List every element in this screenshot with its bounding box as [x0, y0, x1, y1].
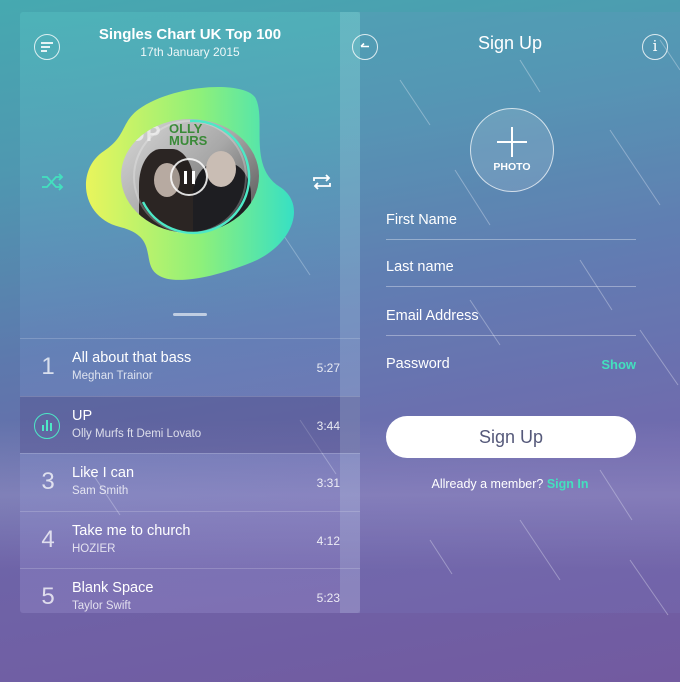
track-duration: 5:23 [316, 591, 340, 605]
drag-handle[interactable] [173, 313, 207, 316]
track-artist: Meghan Trainor [72, 370, 153, 382]
photo-label: PHOTO [493, 161, 531, 173]
track-duration: 4:12 [316, 533, 340, 548]
music-player-panel: Singles Chart UK Top 100 17th January 20… [20, 12, 360, 613]
track-duration: 3:44 [316, 418, 340, 433]
track-duration: 5:27 [316, 361, 340, 375]
track-list: 1 All about that bass Meghan Trainor 5:2… [20, 338, 360, 613]
last-name-label: Last name [386, 259, 454, 275]
equalizer-icon [34, 412, 60, 439]
track-artist: Taylor Swift [72, 600, 131, 612]
track-title: Take me to church [72, 522, 191, 539]
already-member-label: Allready a member? [431, 477, 544, 491]
track-row[interactable]: 4 Take me to church HOZIER 4:12 [20, 510, 360, 569]
already-member-text: Allready a member? Sign In [360, 477, 660, 491]
track-number: 4 [41, 525, 55, 553]
track-duration: 3:31 [316, 476, 340, 490]
last-name-field[interactable]: Last name [386, 257, 636, 287]
track-title: Blank Space [72, 580, 154, 596]
first-name-field[interactable]: First Name [386, 210, 636, 240]
panel-divider [340, 12, 360, 613]
info-icon[interactable]: i [642, 34, 668, 60]
menu-icon[interactable] [34, 34, 60, 60]
track-title: Like I can [72, 465, 135, 481]
password-field[interactable]: Password Show [386, 354, 636, 384]
email-label: Email Address [386, 308, 479, 324]
track-row[interactable]: 5 Blank Space Taylor Swift 5:23 [20, 568, 360, 613]
show-password-toggle[interactable]: Show [601, 357, 636, 372]
track-title: All about that bass [72, 350, 192, 366]
track-number: 1 [41, 353, 55, 380]
signup-title: Sign Up [477, 33, 543, 53]
first-name-label: First Name [386, 212, 457, 228]
track-number: 5 [41, 583, 55, 610]
chart-date: 17th January 2015 [140, 45, 240, 59]
add-photo-button[interactable]: PHOTO [470, 108, 554, 192]
track-row-active[interactable]: UP Olly Murfs ft Demi Lovato 3:44 [20, 395, 360, 453]
track-number: 3 [41, 468, 55, 495]
track-artist: HOZIER [72, 542, 116, 555]
track-row[interactable]: 3 Like I can Sam Smith 3:31 [20, 453, 360, 511]
track-artist: Sam Smith [72, 485, 129, 497]
track-artist: Olly Murfs ft Demi Lovato [72, 427, 202, 440]
track-title: UP [72, 407, 93, 424]
shuffle-icon[interactable] [40, 172, 66, 192]
signup-panel: Sign Up i PHOTO First Name Last name Ema… [352, 12, 680, 613]
chart-title: Singles Chart UK Top 100 [98, 26, 282, 43]
sign-up-button[interactable]: Sign Up [386, 416, 636, 458]
sign-in-link[interactable]: Sign In [547, 477, 589, 491]
email-field[interactable]: Email Address [386, 306, 636, 336]
track-row[interactable]: 1 All about that bass Meghan Trainor 5:2… [20, 338, 360, 396]
password-label: Password [386, 356, 450, 372]
repeat-icon[interactable] [310, 172, 334, 192]
pause-button[interactable] [170, 158, 208, 196]
